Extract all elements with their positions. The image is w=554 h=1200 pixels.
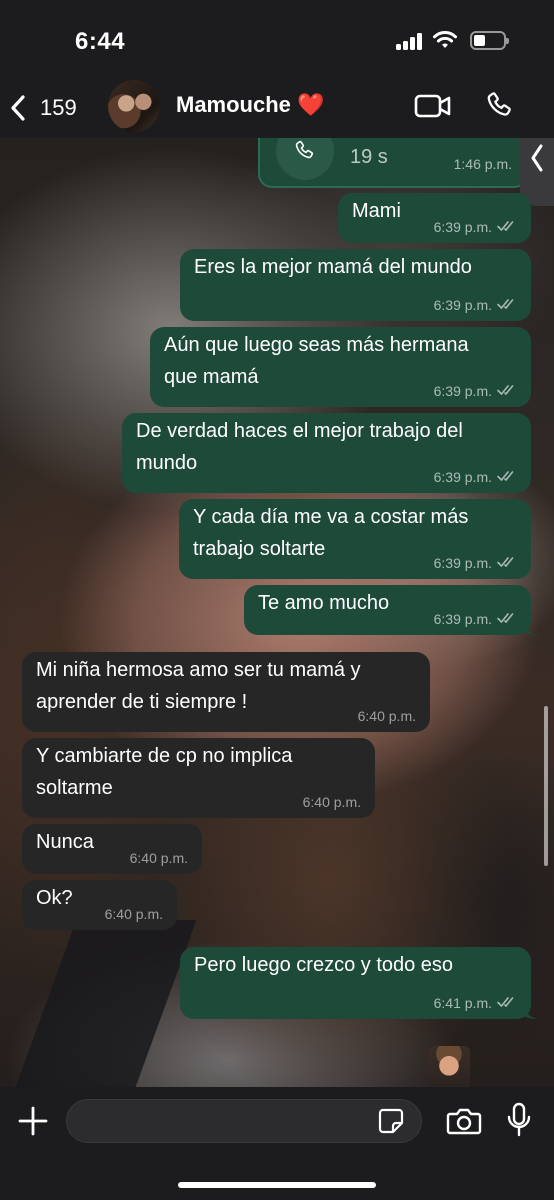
incoming-message[interactable]: Y cambiarte de cp no implica soltarme 6:4… (22, 738, 375, 818)
outgoing-message[interactable]: Pero luego crezco y todo eso 6:41 p.m. (180, 947, 531, 1019)
camera-icon[interactable] (446, 1107, 482, 1135)
battery-icon (470, 31, 509, 50)
call-timestamp: 1:46 p.m. (453, 156, 512, 172)
double-check-icon (497, 611, 517, 627)
message-meta: 6:39 p.m. (434, 383, 517, 399)
unread-count: 159 (40, 95, 77, 120)
double-check-icon (497, 383, 517, 399)
cellular-signal-icon (396, 33, 422, 50)
incoming-message[interactable]: Ok? 6:40 p.m. (22, 880, 177, 930)
wifi-icon (433, 31, 457, 48)
message-timestamp: 6:39 p.m. (433, 611, 492, 627)
chevron-left-icon (531, 144, 543, 172)
message-meta: 6:39 p.m. (434, 555, 517, 571)
call-duration: 19 s (350, 146, 388, 168)
message-meta: 6:39 p.m. (434, 297, 517, 313)
incoming-message[interactable]: Nunca 6:40 p.m. (22, 824, 202, 874)
double-check-icon (497, 219, 517, 235)
chat-header: 159 Mamouche ❤️ (0, 80, 554, 138)
message-meta: 6:40 p.m. (358, 708, 416, 724)
outgoing-message[interactable]: Eres la mejor mamá del mundo 6:39 p.m. (180, 249, 531, 321)
outgoing-message[interactable]: Y cada día me va a costar más trabajo so… (179, 499, 531, 579)
message-meta: 6:40 p.m. (303, 794, 361, 810)
double-check-icon (497, 469, 517, 485)
message-timestamp: 6:39 p.m. (433, 555, 492, 571)
status-time: 6:44 (75, 28, 126, 55)
video-call-icon[interactable] (414, 93, 452, 119)
double-check-icon (497, 995, 517, 1011)
message-timestamp: 6:39 p.m. (433, 469, 492, 485)
bubble-tail (523, 1003, 539, 1019)
message-text: Eres la mejor mamá del mundo (194, 256, 472, 278)
back-button[interactable]: 159 (10, 90, 77, 126)
message-meta: 6:39 p.m. (434, 469, 517, 485)
contact-avatar[interactable] (108, 80, 160, 132)
bubble-tail (14, 914, 30, 930)
message-meta: 6:39 p.m. (434, 611, 517, 627)
message-text: Pero luego crezco y todo eso (194, 954, 454, 976)
message-timestamp: 6:40 p.m. (104, 906, 163, 922)
scroll-indicator[interactable] (544, 706, 548, 866)
message-timestamp: 6:40 p.m. (129, 850, 188, 866)
sticker-icon[interactable] (378, 1108, 404, 1134)
message-timestamp: 6:40 p.m. (357, 708, 416, 724)
back-chevron-icon (11, 95, 25, 121)
home-indicator[interactable] (178, 1182, 376, 1188)
double-check-icon (497, 555, 517, 571)
phone-icon[interactable] (484, 90, 516, 122)
outgoing-message[interactable]: De verdad haces el mejor trabajo del mun… (122, 413, 531, 493)
message-meta: 6:39 p.m. (434, 219, 517, 235)
message-meta: 6:40 p.m. (105, 906, 163, 922)
contact-name[interactable]: Mamouche ❤️ (176, 92, 324, 118)
message-timestamp: 6:39 p.m. (433, 297, 492, 313)
message-meta: 6:40 p.m. (130, 850, 188, 866)
message-timestamp: 6:39 p.m. (433, 219, 492, 235)
outgoing-message[interactable]: Aún que luego seas más hermana que mamá 6… (150, 327, 531, 407)
plus-icon[interactable] (17, 1105, 49, 1137)
incoming-message[interactable]: Mi niña hermosa amo ser tu mamá y aprend… (22, 652, 430, 732)
outgoing-message[interactable]: Te amo mucho 6:39 p.m. (244, 585, 531, 635)
message-meta: 6:41 p.m. (434, 995, 517, 1011)
microphone-icon[interactable] (507, 1102, 531, 1138)
message-timestamp: 6:40 p.m. (302, 794, 361, 810)
message-timestamp: 6:39 p.m. (433, 383, 492, 399)
double-check-icon (497, 297, 517, 313)
outgoing-message[interactable]: Mami 6:39 p.m. (338, 193, 531, 243)
sticker-avatar (428, 1046, 470, 1090)
message-timestamp: 6:41 p.m. (433, 995, 492, 1011)
bubble-tail (523, 619, 539, 635)
status-bar: 6:44 (0, 0, 554, 80)
message-input[interactable] (66, 1099, 422, 1143)
